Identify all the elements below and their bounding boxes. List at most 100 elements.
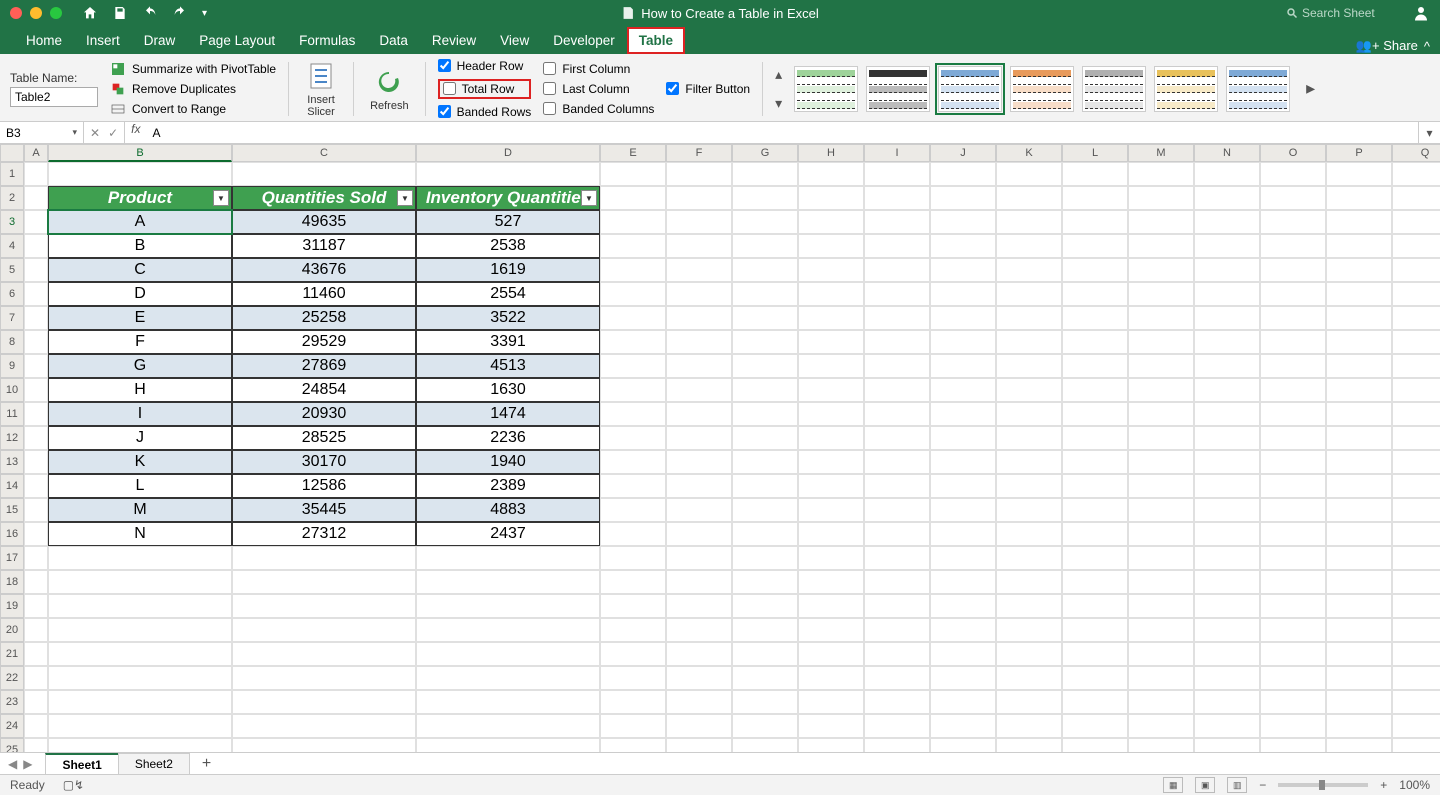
- empty-cell[interactable]: [1326, 474, 1392, 498]
- table-style-2[interactable]: [938, 66, 1002, 112]
- table-cell[interactable]: 12586: [232, 474, 416, 498]
- empty-cell[interactable]: [1128, 738, 1194, 752]
- empty-cell[interactable]: [1128, 570, 1194, 594]
- empty-cell[interactable]: [1128, 282, 1194, 306]
- empty-cell[interactable]: [1260, 234, 1326, 258]
- table-cell[interactable]: L: [48, 474, 232, 498]
- column-header-Q[interactable]: Q: [1392, 144, 1440, 162]
- empty-cell[interactable]: [1062, 642, 1128, 666]
- redo-icon[interactable]: [172, 5, 188, 21]
- empty-cell[interactable]: [1062, 162, 1128, 186]
- empty-cell[interactable]: [1326, 186, 1392, 210]
- column-header-J[interactable]: J: [930, 144, 996, 162]
- empty-cell[interactable]: [798, 474, 864, 498]
- row-header-5[interactable]: 5: [0, 258, 24, 282]
- empty-cell[interactable]: [798, 378, 864, 402]
- empty-cell[interactable]: [864, 546, 930, 570]
- row-header-11[interactable]: 11: [0, 402, 24, 426]
- table-cell[interactable]: G: [48, 354, 232, 378]
- empty-cell[interactable]: [666, 570, 732, 594]
- empty-cell[interactable]: [1326, 378, 1392, 402]
- table-cell[interactable]: 31187: [232, 234, 416, 258]
- empty-cell[interactable]: [1128, 546, 1194, 570]
- empty-cell[interactable]: [798, 330, 864, 354]
- zoom-out-button[interactable]: −: [1259, 778, 1266, 792]
- empty-cell[interactable]: [732, 330, 798, 354]
- empty-cell[interactable]: [1326, 402, 1392, 426]
- empty-cell[interactable]: [24, 474, 48, 498]
- empty-cell[interactable]: [798, 234, 864, 258]
- row-header-4[interactable]: 4: [0, 234, 24, 258]
- insert-slicer-button[interactable]: Insert Slicer: [301, 58, 341, 120]
- empty-cell[interactable]: [666, 738, 732, 752]
- row-header-12[interactable]: 12: [0, 426, 24, 450]
- column-header-M[interactable]: M: [1128, 144, 1194, 162]
- empty-cell[interactable]: [666, 330, 732, 354]
- empty-cell[interactable]: [930, 690, 996, 714]
- empty-cell[interactable]: [48, 618, 232, 642]
- empty-cell[interactable]: [24, 234, 48, 258]
- empty-cell[interactable]: [48, 594, 232, 618]
- table-cell[interactable]: K: [48, 450, 232, 474]
- empty-cell[interactable]: [930, 306, 996, 330]
- table-name-input[interactable]: [10, 87, 98, 107]
- row-header-16[interactable]: 16: [0, 522, 24, 546]
- row-header-9[interactable]: 9: [0, 354, 24, 378]
- empty-cell[interactable]: [930, 546, 996, 570]
- banded-columns-checkbox[interactable]: Banded Columns: [543, 102, 654, 116]
- empty-cell[interactable]: [798, 402, 864, 426]
- view-page-layout-button[interactable]: ▣: [1195, 777, 1215, 793]
- empty-cell[interactable]: [996, 714, 1062, 738]
- empty-cell[interactable]: [600, 522, 666, 546]
- table-cell[interactable]: D: [48, 282, 232, 306]
- empty-cell[interactable]: [24, 402, 48, 426]
- empty-cell[interactable]: [864, 210, 930, 234]
- empty-cell[interactable]: [798, 210, 864, 234]
- table-cell[interactable]: 24854: [232, 378, 416, 402]
- header-row-checkbox[interactable]: Header Row: [438, 59, 532, 73]
- name-box[interactable]: B3▾: [0, 122, 84, 143]
- empty-cell[interactable]: [864, 186, 930, 210]
- empty-cell[interactable]: [1194, 354, 1260, 378]
- empty-cell[interactable]: [600, 306, 666, 330]
- empty-cell[interactable]: [1260, 354, 1326, 378]
- empty-cell[interactable]: [1326, 282, 1392, 306]
- empty-cell[interactable]: [930, 618, 996, 642]
- empty-cell[interactable]: [864, 402, 930, 426]
- empty-cell[interactable]: [732, 738, 798, 752]
- row-header-23[interactable]: 23: [0, 690, 24, 714]
- empty-cell[interactable]: [1194, 570, 1260, 594]
- empty-cell[interactable]: [996, 402, 1062, 426]
- table-cell[interactable]: 1940: [416, 450, 600, 474]
- empty-cell[interactable]: [24, 642, 48, 666]
- empty-cell[interactable]: [1260, 450, 1326, 474]
- empty-cell[interactable]: [1194, 402, 1260, 426]
- fx-icon[interactable]: fx: [125, 122, 146, 143]
- empty-cell[interactable]: [1194, 234, 1260, 258]
- empty-cell[interactable]: [996, 330, 1062, 354]
- empty-cell[interactable]: [1062, 594, 1128, 618]
- empty-cell[interactable]: [732, 474, 798, 498]
- empty-cell[interactable]: [1128, 426, 1194, 450]
- empty-cell[interactable]: [666, 690, 732, 714]
- empty-cell[interactable]: [416, 618, 600, 642]
- empty-cell[interactable]: [600, 642, 666, 666]
- table-cell[interactable]: 4513: [416, 354, 600, 378]
- empty-cell[interactable]: [1062, 258, 1128, 282]
- empty-cell[interactable]: [416, 690, 600, 714]
- empty-cell[interactable]: [24, 498, 48, 522]
- empty-cell[interactable]: [996, 186, 1062, 210]
- empty-cell[interactable]: [1260, 210, 1326, 234]
- empty-cell[interactable]: [1326, 450, 1392, 474]
- empty-cell[interactable]: [930, 498, 996, 522]
- empty-cell[interactable]: [732, 186, 798, 210]
- empty-cell[interactable]: [1392, 306, 1440, 330]
- empty-cell[interactable]: [1062, 378, 1128, 402]
- empty-cell[interactable]: [1260, 690, 1326, 714]
- empty-cell[interactable]: [1260, 162, 1326, 186]
- empty-cell[interactable]: [48, 690, 232, 714]
- empty-cell[interactable]: [732, 354, 798, 378]
- summarize-pivot-button[interactable]: Summarize with PivotTable: [110, 61, 276, 77]
- empty-cell[interactable]: [600, 234, 666, 258]
- empty-cell[interactable]: [1128, 378, 1194, 402]
